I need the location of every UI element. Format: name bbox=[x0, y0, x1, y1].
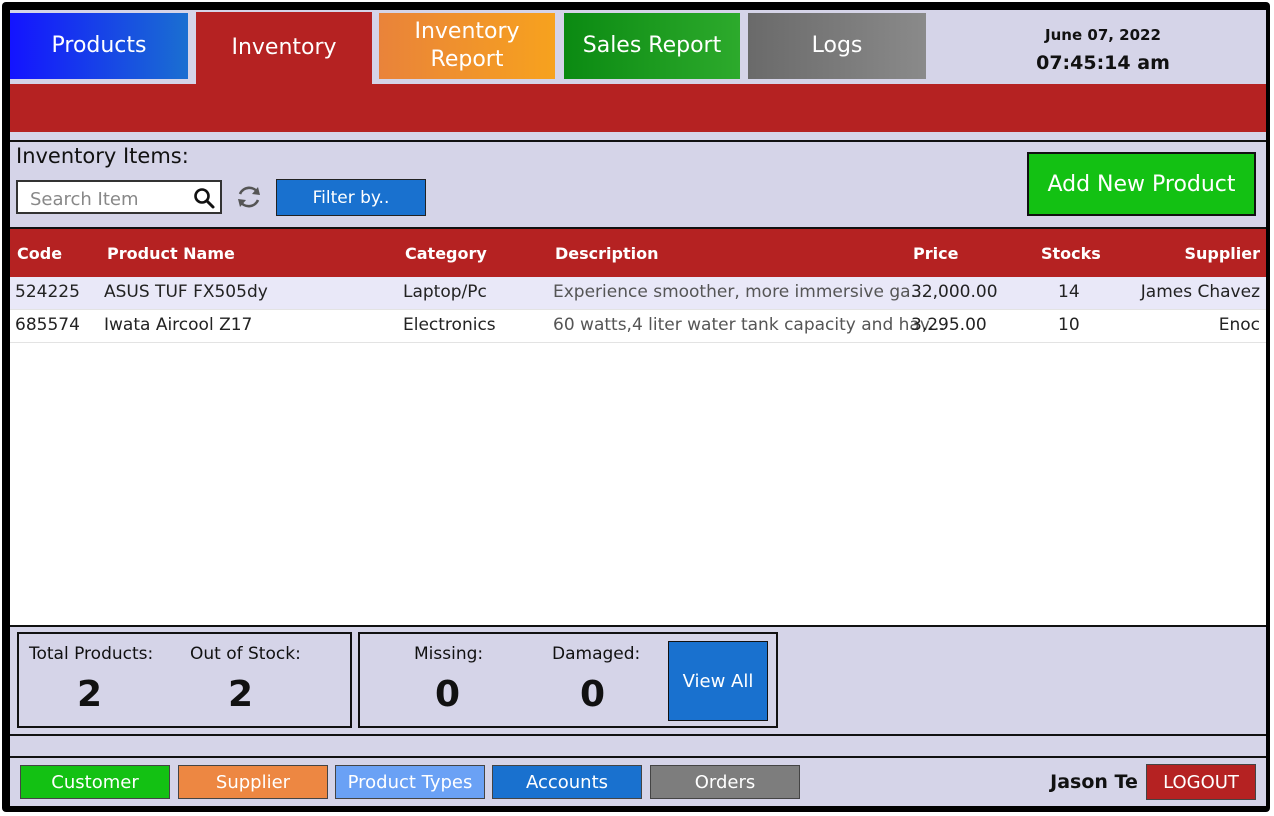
column-header-product-name[interactable]: Product Name bbox=[107, 244, 235, 263]
product-types-button[interactable]: Product Types bbox=[335, 765, 485, 799]
divider bbox=[10, 132, 1266, 142]
cell-price: 3,295.00 bbox=[911, 315, 987, 335]
cell-code: 524225 bbox=[15, 282, 80, 302]
customer-button[interactable]: Customer bbox=[20, 765, 170, 799]
app-body: Products Inventory Inventory Report Sale… bbox=[10, 10, 1266, 806]
column-header-code[interactable]: Code bbox=[17, 244, 62, 263]
search-input[interactable] bbox=[28, 186, 192, 212]
tab-label: Logs bbox=[811, 33, 863, 58]
cell-description: 60 watts,4 liter water tank capacity and… bbox=[553, 315, 945, 335]
total-products-label: Total Products: bbox=[29, 644, 154, 664]
cell-description: Experience smoother, more immersive ga..… bbox=[553, 282, 927, 302]
tab-label-line2: Report bbox=[430, 47, 504, 72]
damaged-label: Damaged: bbox=[552, 644, 641, 664]
tab-sales-report[interactable]: Sales Report bbox=[564, 13, 740, 79]
tab-label: Sales Report bbox=[582, 33, 722, 58]
tab-logs[interactable]: Logs bbox=[748, 13, 926, 79]
missing-label: Missing: bbox=[414, 644, 484, 664]
table-header: Code Product Name Category Description P… bbox=[10, 229, 1266, 277]
tab-label-line1: Inventory bbox=[414, 19, 520, 44]
stock-summary-box: Total Products: 2 Out of Stock: 2 bbox=[17, 632, 352, 728]
column-header-price[interactable]: Price bbox=[913, 244, 958, 263]
app-window: Products Inventory Inventory Report Sale… bbox=[0, 0, 1274, 816]
search-field[interactable] bbox=[16, 180, 222, 214]
add-new-product-button[interactable]: Add New Product bbox=[1027, 152, 1256, 216]
refresh-icon[interactable] bbox=[234, 182, 264, 212]
tab-products[interactable]: Products bbox=[10, 13, 188, 79]
cell-code: 685574 bbox=[15, 315, 80, 335]
tab-inventory[interactable]: Inventory bbox=[196, 12, 372, 84]
table-row[interactable]: 524225 ASUS TUF FX505dy Laptop/Pc Experi… bbox=[10, 277, 1266, 310]
missing-value: 0 bbox=[435, 674, 461, 715]
cell-product-name: ASUS TUF FX505dy bbox=[104, 282, 268, 302]
column-header-description[interactable]: Description bbox=[555, 244, 658, 263]
header-banner bbox=[10, 84, 1266, 132]
inventory-table: Code Product Name Category Description P… bbox=[10, 227, 1266, 627]
filter-button[interactable]: Filter by.. bbox=[276, 179, 426, 216]
tab-label: Products bbox=[51, 33, 147, 58]
current-time: 07:45:14 am bbox=[1036, 52, 1170, 74]
user-name: Jason Te bbox=[1050, 771, 1138, 793]
column-header-category[interactable]: Category bbox=[405, 244, 487, 263]
out-of-stock-label: Out of Stock: bbox=[190, 644, 301, 664]
cell-stocks: 10 bbox=[1058, 315, 1080, 335]
divider bbox=[10, 734, 1266, 758]
out-of-stock-value: 2 bbox=[228, 674, 254, 715]
damaged-value: 0 bbox=[580, 674, 606, 715]
cell-stocks: 14 bbox=[1058, 282, 1080, 302]
column-header-supplier[interactable]: Supplier bbox=[1184, 244, 1260, 263]
column-header-stocks[interactable]: Stocks bbox=[1041, 244, 1101, 263]
section-title: Inventory Items: bbox=[16, 144, 189, 168]
loss-summary-box: Missing: 0 Damaged: 0 View All bbox=[358, 632, 778, 728]
cell-category: Laptop/Pc bbox=[403, 282, 487, 302]
supplier-button[interactable]: Supplier bbox=[178, 765, 328, 799]
total-products-value: 2 bbox=[77, 674, 103, 715]
current-date: June 07, 2022 bbox=[1045, 26, 1161, 44]
view-all-button[interactable]: View All bbox=[668, 641, 768, 721]
accounts-button[interactable]: Accounts bbox=[492, 765, 642, 799]
cell-supplier: James Chavez bbox=[1140, 282, 1260, 302]
orders-button[interactable]: Orders bbox=[650, 765, 800, 799]
tab-label: Inventory bbox=[231, 35, 337, 60]
cell-price: 32,000.00 bbox=[911, 282, 998, 302]
search-icon[interactable] bbox=[192, 186, 216, 210]
cell-category: Electronics bbox=[403, 315, 496, 335]
summary-panel: Total Products: 2 Out of Stock: 2 Missin… bbox=[10, 625, 1266, 806]
tab-inventory-report[interactable]: Inventory Report bbox=[379, 13, 555, 79]
tab-label: Inventory Report bbox=[414, 18, 519, 74]
logout-button[interactable]: LOGOUT bbox=[1146, 764, 1256, 800]
cell-product-name: Iwata Aircool Z17 bbox=[104, 315, 253, 335]
table-row[interactable]: 685574 Iwata Aircool Z17 Electronics 60 … bbox=[10, 310, 1266, 343]
cell-supplier: Enoc bbox=[1218, 315, 1260, 335]
